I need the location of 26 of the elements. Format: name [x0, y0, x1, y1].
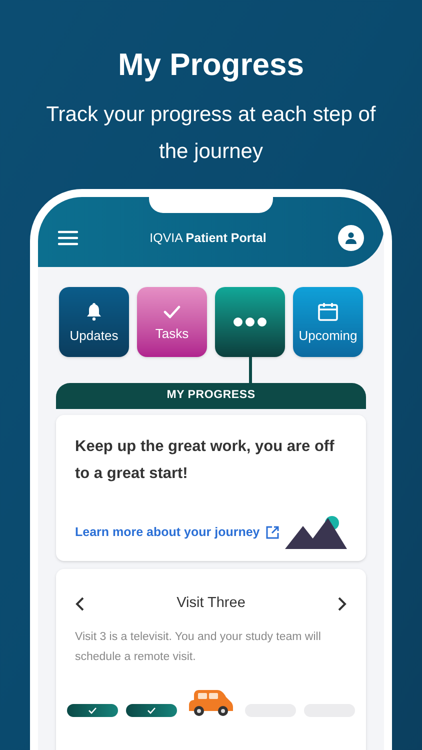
chevron-right-icon — [338, 596, 347, 611]
person-icon — [345, 232, 357, 244]
mountains-icon — [285, 515, 347, 549]
nav-tile[interactable]: Tasks — [137, 287, 207, 357]
journey-link[interactable]: Learn more about your journey — [75, 523, 279, 542]
encouragement-text: Keep up the great work, you are off to a great start! — [75, 437, 336, 484]
check-icon — [88, 706, 98, 714]
check-icon — [147, 706, 156, 714]
nav-tile[interactable]: Updates — [59, 287, 129, 357]
menu-button[interactable] — [58, 230, 78, 246]
external-link-icon — [266, 526, 279, 540]
nav-tile[interactable]: Upcoming — [293, 287, 363, 357]
bell-icon — [86, 302, 102, 320]
more-icon — [233, 317, 267, 327]
nav-tile[interactable] — [215, 287, 285, 357]
page-subtitle: Track your progress at each step of the journey — [46, 102, 376, 165]
visit-title: Visit Three — [176, 594, 246, 613]
page-headline: My Progress — [118, 46, 304, 84]
app-title: IQVIA Patient Portal — [150, 230, 266, 247]
menu-icon — [58, 230, 78, 246]
profile-button[interactable] — [338, 225, 364, 251]
check-icon — [163, 304, 181, 318]
visit-description: Visit 3 is a televisit. You and your study team will schedule a remote visit. — [75, 630, 322, 665]
section-header: MY PROGRESS — [56, 383, 366, 409]
calendar-icon — [318, 302, 338, 321]
chevron-left-icon — [75, 596, 84, 611]
